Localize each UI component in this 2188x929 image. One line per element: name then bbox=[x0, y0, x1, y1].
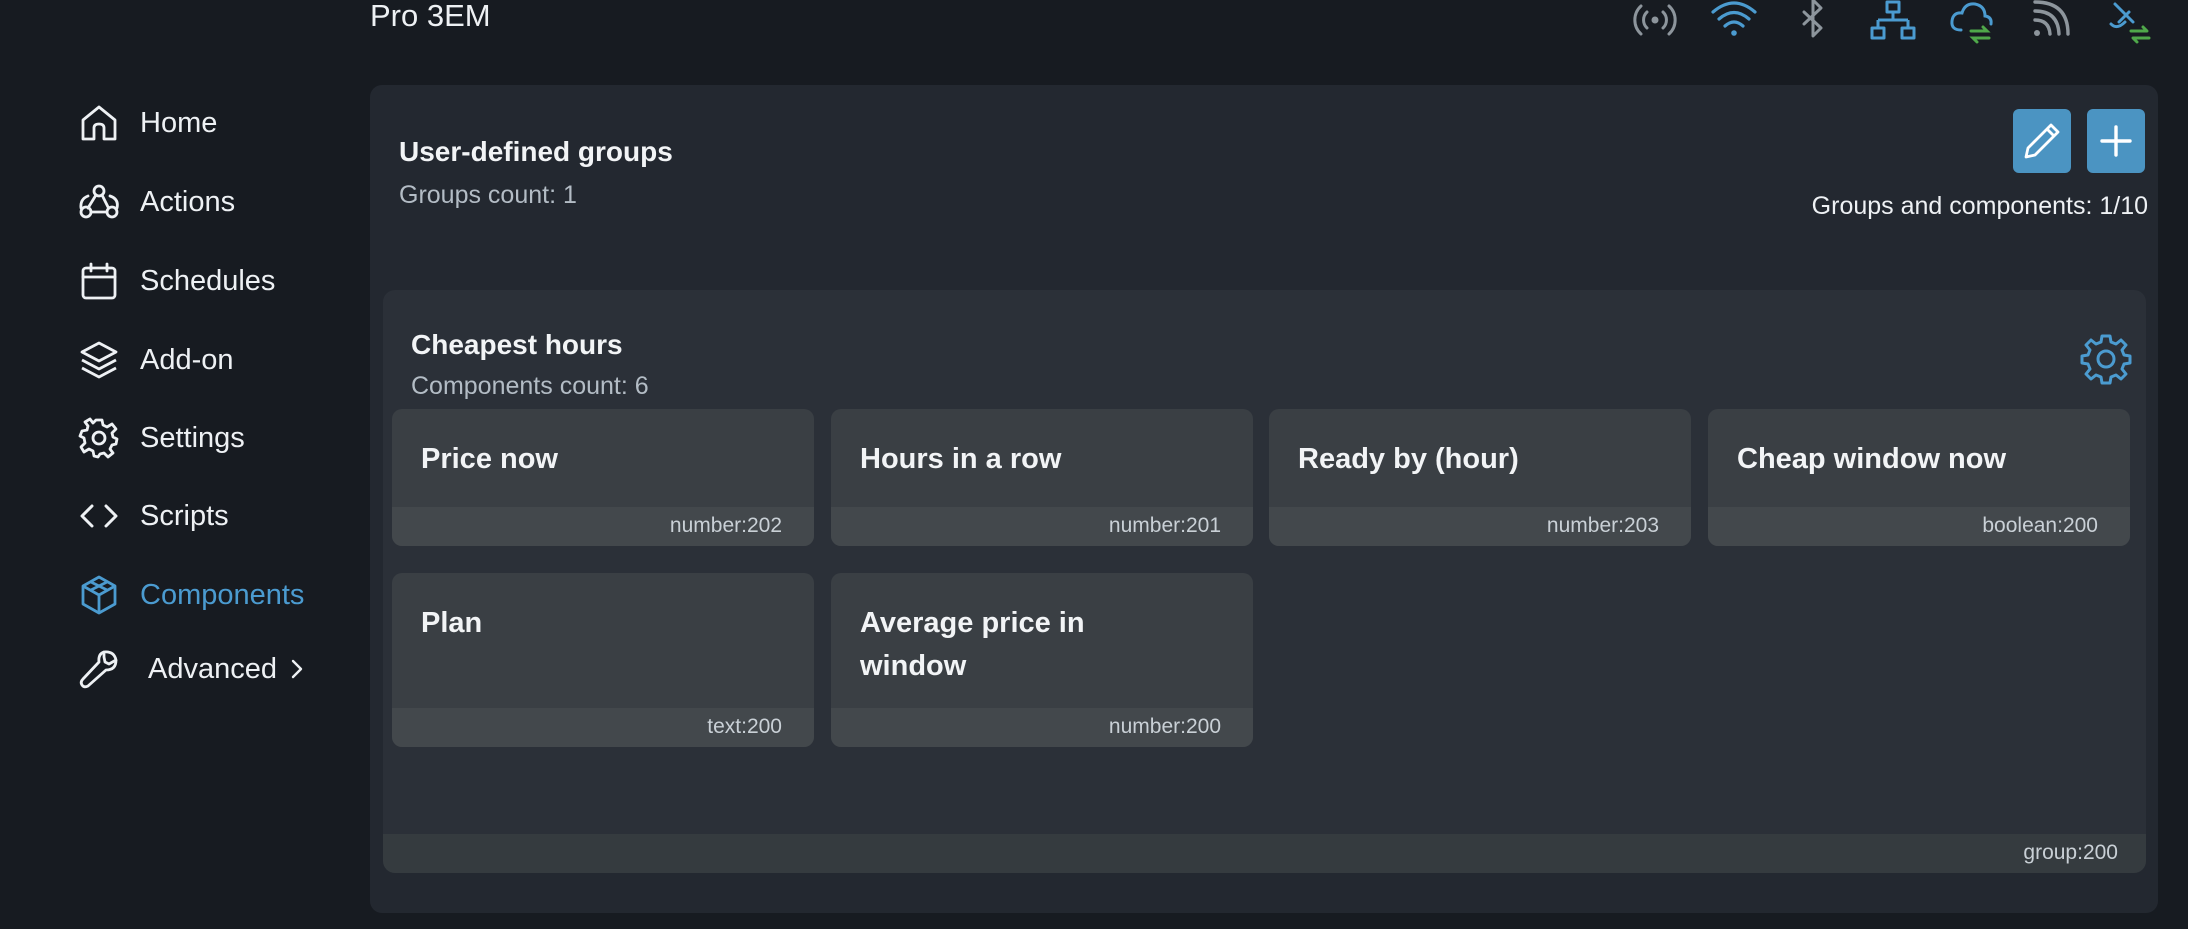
sidebar-item-settings[interactable]: Settings bbox=[76, 408, 245, 468]
plus-icon bbox=[2100, 125, 2132, 157]
component-id: number:202 bbox=[669, 514, 782, 537]
component-name: Plan bbox=[421, 607, 483, 639]
groups-panel: User-defined groups Groups count: 1 Grou… bbox=[370, 85, 2158, 913]
component-name: Ready by (hour) bbox=[1298, 443, 1519, 475]
sidebar-item-schedules[interactable]: Schedules bbox=[76, 251, 275, 311]
component-id: number:203 bbox=[1546, 514, 1659, 537]
bluetooth-icon[interactable] bbox=[1788, 0, 1838, 46]
sidebar-item-label: Scripts bbox=[140, 499, 229, 532]
sidebar-item-label: Home bbox=[140, 106, 218, 139]
component-name: Hours in a row bbox=[860, 443, 1062, 475]
group-card[interactable]: Cheapest hours Components count: 6 Price… bbox=[383, 290, 2146, 873]
wrench-icon bbox=[76, 646, 122, 692]
component-card-price-now[interactable]: Price now number:202 bbox=[392, 409, 814, 546]
chevron-right-icon bbox=[287, 654, 307, 684]
sidebar-item-home[interactable]: Home bbox=[76, 93, 217, 153]
sidebar-item-label: Schedules bbox=[140, 264, 276, 297]
component-id: number:201 bbox=[1108, 514, 1221, 537]
sidebar: Home Actions Schedules Add-on Settings S… bbox=[0, 0, 360, 929]
component-name: Average price in window bbox=[860, 607, 1085, 682]
component-card-cheap-window-now[interactable]: Cheap window now boolean:200 bbox=[1708, 409, 2130, 546]
component-card-plan[interactable]: Plan text:200 bbox=[392, 573, 814, 747]
component-id: boolean:200 bbox=[1982, 514, 2098, 537]
sidebar-item-label: Advanced bbox=[148, 652, 277, 685]
component-card-average-price-in-window[interactable]: Average price in window number:200 bbox=[831, 573, 1253, 747]
component-id: number:200 bbox=[1108, 715, 1221, 738]
components-count: Components count: 6 bbox=[411, 372, 649, 400]
component-footer: boolean:200 bbox=[1708, 507, 2130, 546]
ethernet-icon[interactable] bbox=[1868, 0, 1918, 46]
cloud-sync-icon[interactable] bbox=[1947, 0, 1997, 46]
sidebar-item-actions[interactable]: Actions bbox=[76, 172, 235, 232]
component-card-ready-by-hour[interactable]: Ready by (hour) number:203 bbox=[1269, 409, 1691, 546]
sidebar-item-label: Settings bbox=[140, 421, 245, 454]
sidebar-item-label: Add-on bbox=[140, 343, 234, 376]
component-name: Price now bbox=[421, 443, 558, 475]
component-footer: number:201 bbox=[831, 507, 1253, 546]
layers-icon bbox=[76, 337, 122, 383]
group-title: Cheapest hours bbox=[411, 329, 623, 360]
rss-icon[interactable] bbox=[2026, 0, 2076, 46]
cube-icon bbox=[76, 572, 122, 618]
device-title: Pro 3EM bbox=[370, 0, 491, 33]
sidebar-item-advanced[interactable]: Advanced bbox=[76, 639, 307, 699]
group-footer: group:200 bbox=[383, 834, 2146, 873]
calendar-icon bbox=[76, 258, 122, 304]
group-settings-button[interactable] bbox=[2079, 332, 2133, 386]
component-footer: number:200 bbox=[831, 708, 1253, 747]
sidebar-item-add-on[interactable]: Add-on bbox=[76, 330, 234, 390]
groups-count: Groups count: 1 bbox=[399, 181, 577, 209]
webhook-icon bbox=[76, 179, 122, 225]
edit-button[interactable] bbox=[2013, 109, 2071, 173]
wifi-icon[interactable] bbox=[1709, 0, 1759, 46]
add-group-button[interactable] bbox=[2087, 109, 2145, 173]
gear-icon bbox=[2080, 334, 2132, 385]
groups-components-counter: Groups and components: 1/10 bbox=[1811, 192, 2148, 220]
panel-title: User-defined groups bbox=[399, 136, 673, 167]
component-name: Cheap window now bbox=[1737, 443, 2007, 475]
component-footer: number:203 bbox=[1269, 507, 1691, 546]
pencil-icon bbox=[2024, 123, 2060, 159]
component-footer: number:202 bbox=[392, 507, 814, 546]
status-bar bbox=[1620, 0, 2188, 50]
satellite-sync-icon[interactable] bbox=[2105, 0, 2155, 46]
sidebar-item-scripts[interactable]: Scripts bbox=[76, 486, 229, 546]
component-footer: text:200 bbox=[392, 708, 814, 747]
component-card-hours-in-a-row[interactable]: Hours in a row number:201 bbox=[831, 409, 1253, 546]
code-icon bbox=[76, 493, 122, 539]
sidebar-item-label: Components bbox=[140, 578, 305, 611]
group-id: group:200 bbox=[2023, 841, 2118, 864]
broadcast-icon[interactable] bbox=[1630, 0, 1680, 46]
gear-icon bbox=[76, 415, 122, 461]
home-icon bbox=[76, 100, 122, 146]
sidebar-item-components[interactable]: Components bbox=[76, 565, 304, 625]
sidebar-item-label: Actions bbox=[140, 185, 236, 218]
component-id: text:200 bbox=[707, 715, 782, 738]
